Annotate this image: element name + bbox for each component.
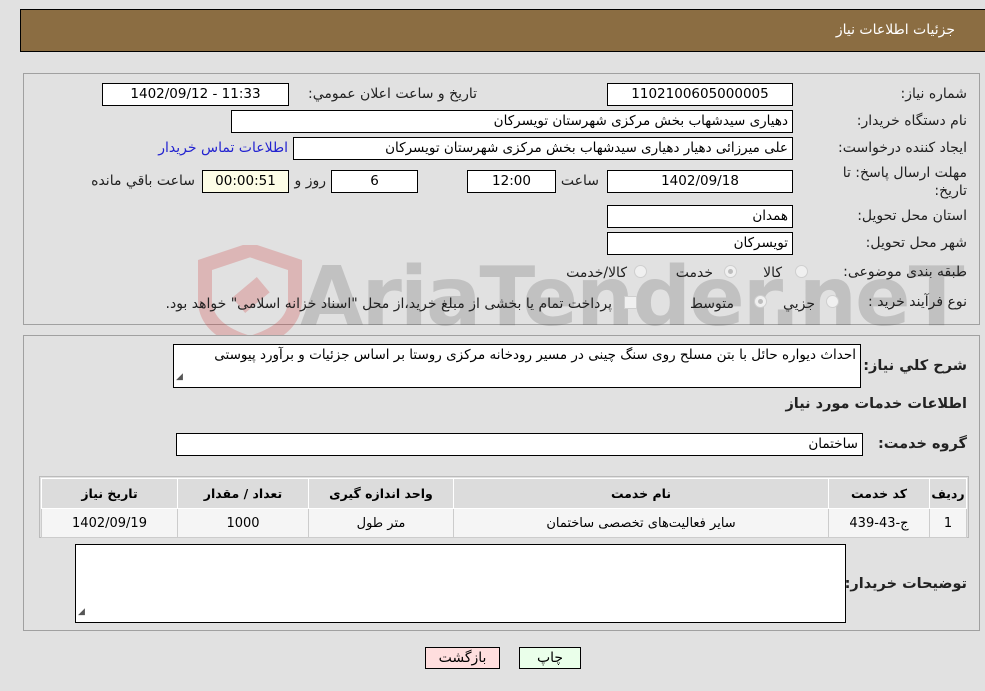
category-radio-goods[interactable]: [795, 265, 808, 278]
province-field: همدان: [607, 205, 793, 228]
need-number-field: 1102100605000005: [607, 83, 793, 106]
description-text: احداث دیواره حائل با بتن مسلح روی سنگ چی…: [214, 347, 856, 363]
table-row: 1 ج-43-439 سایر فعالیت‌های تخصصی ساختمان…: [41, 508, 967, 538]
cell-unit: متر طول: [308, 508, 454, 538]
city-label: شهر محل تحویل:: [865, 235, 967, 251]
deadline-label: مهلت ارسال پاسخ: تا تاریخ:: [843, 164, 967, 200]
time-label: ساعت: [560, 173, 599, 189]
cell-service-name: سایر فعالیت‌های تخصصی ساختمان: [453, 508, 829, 538]
category-radio-goods-service[interactable]: [634, 265, 647, 278]
process-radio-medium[interactable]: [754, 295, 767, 308]
buyer-org-field: دهیاری سیدشهاب بخش مرکزی شهرستان تویسرکا…: [231, 110, 793, 133]
need-number-label: شماره نیاز:: [900, 86, 968, 102]
process-radio-minor[interactable]: [826, 295, 839, 308]
category-option-service: خدمت: [675, 265, 713, 281]
deadline-label-line2: تاریخ:: [934, 183, 967, 199]
col-service-code: کد خدمت: [828, 478, 930, 509]
description-textarea[interactable]: احداث دیواره حائل با بتن مسلح روی سنگ چی…: [173, 344, 861, 388]
cell-service-code: ج-43-439: [828, 508, 930, 538]
print-button[interactable]: چاپ: [519, 647, 581, 669]
announce-label: تاریخ و ساعت اعلان عمومي:: [308, 86, 477, 102]
announce-datetime-field: 1402/09/12 - 11:33: [102, 83, 289, 106]
deadline-date-field: 1402/09/18: [607, 170, 793, 193]
category-option-goods-service: کالا/خدمت: [566, 265, 627, 281]
buyer-org-label: نام دستگاه خریدار:: [856, 113, 967, 129]
service-group-label: گروه خدمت:: [877, 436, 967, 452]
table-header-row: ردیف کد خدمت نام خدمت واحد اندازه گیری ت…: [41, 478, 967, 509]
col-need-date: تاریخ نیاز: [41, 478, 178, 509]
cell-quantity: 1000: [177, 508, 309, 538]
process-option-medium: متوسط: [690, 296, 734, 312]
col-quantity: تعداد / مقدار: [177, 478, 309, 509]
back-button[interactable]: بازگشت: [425, 647, 500, 669]
buyer-contact-link[interactable]: اطلاعات تماس خریدار: [158, 140, 288, 156]
resize-grip-icon[interactable]: ◢: [176, 369, 183, 386]
deadline-time-field: 12:00: [467, 170, 556, 193]
city-field: تویسرکان: [607, 232, 793, 255]
days-label: روز و: [294, 173, 327, 189]
service-group-field: ساختمان: [176, 433, 863, 456]
treasury-note: پرداخت تمام یا بخشی از مبلغ خرید،از محل …: [165, 296, 612, 312]
col-service-name: نام خدمت: [453, 478, 829, 509]
remaining-time-label: ساعت باقي مانده: [91, 173, 195, 189]
cell-need-date: 1402/09/19: [41, 508, 178, 538]
creator-field: علی میرزائی دهیار دهیاری سیدشهاب بخش مرک…: [293, 137, 793, 160]
days-remaining-field: 6: [331, 170, 418, 193]
resize-grip-icon[interactable]: ◢: [78, 604, 85, 621]
cell-row-number: 1: [929, 508, 967, 538]
page-header: جزئیات اطلاعات نیاز: [20, 9, 985, 52]
deadline-label-line1: مهلت ارسال پاسخ: تا: [842, 165, 967, 181]
description-label: شرح کلي نیاز:: [863, 358, 967, 374]
creator-label: ایجاد کننده درخواست:: [838, 140, 967, 156]
process-option-minor: جزيي: [783, 296, 815, 312]
category-radio-service[interactable]: [724, 265, 737, 278]
province-label: استان محل تحویل:: [857, 208, 967, 224]
treasury-checkbox[interactable]: [624, 296, 637, 309]
buyer-notes-label: توضیحات خریدار:: [844, 576, 967, 592]
buyer-notes-textarea[interactable]: ◢: [75, 544, 846, 623]
page-title: جزئیات اطلاعات نیاز: [835, 22, 955, 38]
remaining-time-field: 00:00:51: [202, 170, 289, 193]
services-section-title: اطلاعات خدمات مورد نیاز: [785, 396, 967, 412]
services-table: ردیف کد خدمت نام خدمت واحد اندازه گیری ت…: [41, 478, 967, 538]
process-label: نوع فرآیند خرید :: [868, 294, 967, 310]
category-option-goods: کالا: [763, 265, 782, 281]
col-row-number: ردیف: [929, 478, 967, 509]
category-label: طبقه بندی موضوعی:: [843, 264, 967, 280]
col-unit: واحد اندازه گیری: [308, 478, 454, 509]
